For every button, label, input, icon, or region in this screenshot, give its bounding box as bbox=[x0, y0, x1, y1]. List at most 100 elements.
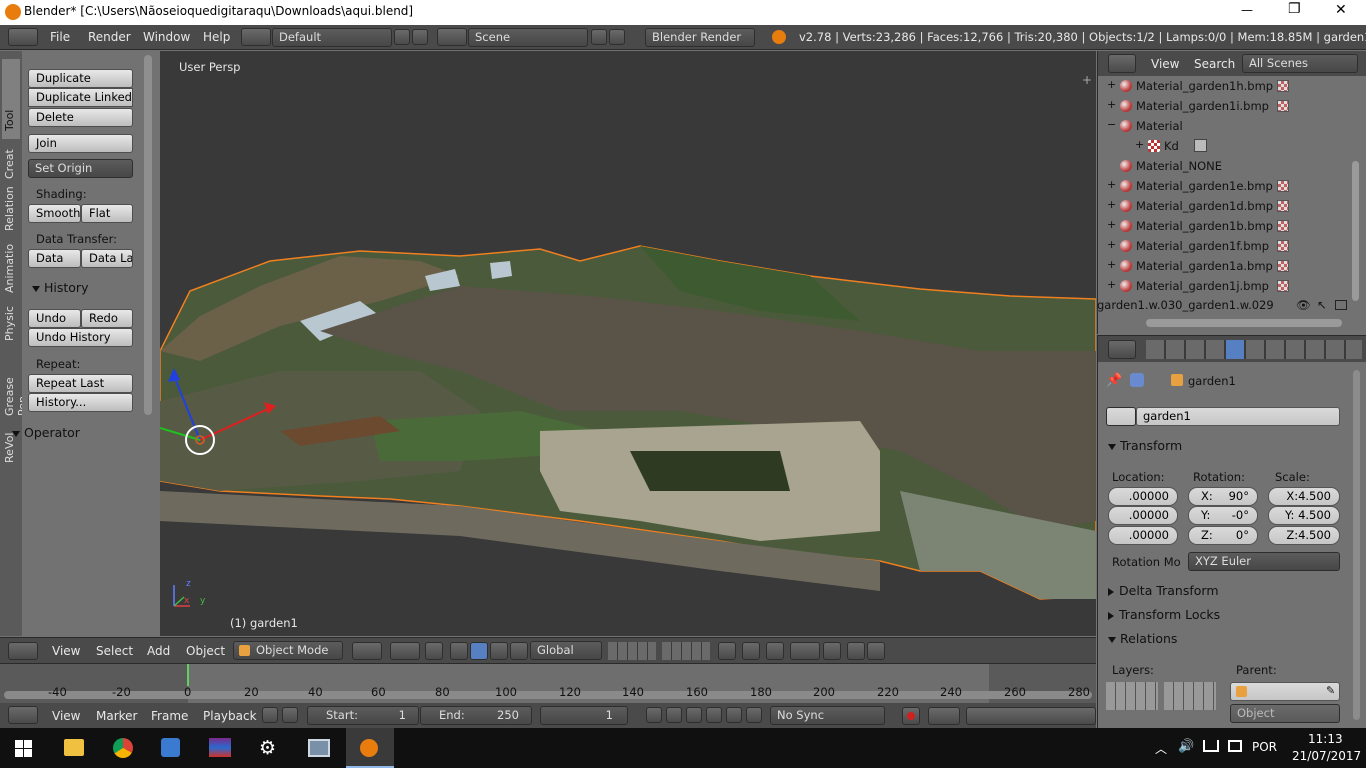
end-frame-field[interactable]: End: 250 bbox=[420, 706, 532, 725]
lock-range-icon[interactable] bbox=[282, 707, 298, 723]
jump-start-icon[interactable] bbox=[646, 707, 662, 723]
scale-y-field[interactable]: Y: 4.500 bbox=[1268, 506, 1340, 525]
outliner-filter-select[interactable]: All Scenes bbox=[1242, 54, 1358, 73]
transform-manipulator-icon[interactable] bbox=[160, 366, 290, 456]
app-window-icon[interactable] bbox=[308, 739, 330, 757]
expand-toggle-icon[interactable]: + bbox=[1107, 238, 1116, 251]
duplicate-linked-button[interactable]: Duplicate Linked bbox=[28, 88, 133, 107]
location-x-field[interactable]: .00000 bbox=[1108, 487, 1178, 506]
outliner-row[interactable]: + Material_garden1f.bmp bbox=[1100, 237, 1352, 257]
lock-layers-icon[interactable] bbox=[718, 642, 736, 660]
info-editor-icon[interactable] bbox=[8, 28, 38, 46]
history-button[interactable]: History... bbox=[28, 393, 133, 412]
relations-panel-header[interactable]: Relations bbox=[1108, 631, 1177, 646]
outliner-row[interactable]: + Material_garden1i.bmp bbox=[1100, 97, 1352, 117]
menu-render[interactable]: Render bbox=[88, 30, 131, 44]
scale-manipulator-icon[interactable] bbox=[490, 642, 508, 660]
manipulator-extra-icon[interactable] bbox=[510, 642, 528, 660]
minimize-button[interactable]: — bbox=[1241, 3, 1253, 17]
scale-z-field[interactable]: Z:4.500 bbox=[1268, 526, 1340, 545]
properties-editor-icon[interactable] bbox=[1108, 340, 1136, 359]
outliner-menu-search[interactable]: Search bbox=[1194, 57, 1235, 71]
history-panel-header[interactable]: History bbox=[32, 280, 88, 295]
editor-type-icon[interactable] bbox=[8, 642, 38, 660]
network-icon[interactable] bbox=[1203, 740, 1219, 752]
transform-locks-header[interactable]: Transform Locks bbox=[1108, 607, 1220, 622]
keying-set-icon[interactable] bbox=[928, 707, 960, 725]
outliner-last-row[interactable]: garden1.w.030_garden1.w.029 👁 ↖ bbox=[1097, 298, 1349, 318]
outliner-row[interactable]: + Material_garden1d.bmp bbox=[1100, 197, 1352, 217]
expand-toggle-icon[interactable]: − bbox=[1107, 118, 1116, 131]
outliner-row[interactable]: + Material_garden1j.bmp bbox=[1100, 277, 1352, 297]
operator-panel-header[interactable]: Operator bbox=[12, 425, 80, 440]
join-button[interactable]: Join bbox=[28, 134, 133, 153]
render-animation-icon[interactable] bbox=[867, 642, 885, 660]
menu-window[interactable]: Window bbox=[143, 30, 190, 44]
outliner-row[interactable]: − Material bbox=[1100, 117, 1352, 137]
duplicate-button[interactable]: Duplicate bbox=[28, 69, 133, 88]
menu-view[interactable]: View bbox=[52, 644, 80, 658]
menu-select[interactable]: Select bbox=[96, 644, 133, 658]
pin-icon[interactable]: 📌 bbox=[1106, 373, 1122, 388]
manipulator-toggle-icon[interactable] bbox=[425, 642, 443, 660]
layer-buttons-2[interactable] bbox=[662, 642, 710, 660]
input-language[interactable]: POR bbox=[1252, 740, 1277, 754]
menu-add[interactable]: Add bbox=[147, 644, 170, 658]
timeline-menu-marker[interactable]: Marker bbox=[96, 709, 137, 723]
object-layers-grid-2[interactable] bbox=[1164, 682, 1216, 710]
undo-history-button[interactable]: Undo History bbox=[28, 328, 133, 347]
timeline-menu-view[interactable]: View bbox=[52, 709, 80, 723]
layer-buttons-1[interactable] bbox=[608, 642, 656, 660]
clock-time[interactable]: 11:13 bbox=[1308, 732, 1343, 746]
add-screen-icon[interactable] bbox=[394, 29, 410, 45]
scene-icon[interactable] bbox=[437, 28, 467, 46]
timeline-menu-frame[interactable]: Frame bbox=[151, 709, 188, 723]
media-player-icon[interactable] bbox=[161, 738, 180, 757]
tab-create-label[interactable]: Creat bbox=[3, 149, 16, 179]
outliner-hscrollbar[interactable] bbox=[1146, 319, 1342, 327]
location-y-field[interactable]: .00000 bbox=[1108, 506, 1178, 525]
data-transfer-button[interactable]: Data bbox=[28, 249, 81, 268]
add-scene-icon[interactable] bbox=[591, 29, 607, 45]
tray-chevron-up-icon[interactable]: ︿ bbox=[1155, 740, 1167, 757]
keying-key-icon[interactable] bbox=[966, 707, 1096, 725]
expand-toggle-icon[interactable]: + bbox=[1107, 198, 1116, 211]
notification-icon[interactable] bbox=[1228, 740, 1242, 752]
preview-range-icon[interactable] bbox=[262, 707, 278, 723]
timeline-area[interactable] bbox=[0, 663, 1096, 704]
menu-file[interactable]: File bbox=[50, 30, 70, 44]
outliner-editor-icon[interactable] bbox=[1108, 54, 1136, 73]
expand-toggle-icon[interactable]: + bbox=[1107, 178, 1116, 191]
undo-button[interactable]: Undo bbox=[28, 309, 81, 328]
rotation-z-field[interactable]: Z: 0° bbox=[1188, 526, 1258, 545]
camera-icon[interactable] bbox=[1335, 300, 1347, 310]
snap-target-icon[interactable] bbox=[823, 642, 841, 660]
clock-date[interactable]: 21/07/2017 bbox=[1292, 749, 1361, 763]
data-layout-button[interactable]: Data La bbox=[81, 249, 133, 268]
outliner-row[interactable]: + Material_garden1h.bmp bbox=[1100, 77, 1352, 97]
remove-scene-icon[interactable] bbox=[609, 29, 625, 45]
add-region-icon[interactable]: + bbox=[1082, 73, 1092, 87]
play-icon[interactable] bbox=[706, 707, 722, 723]
volume-icon[interactable]: 🔊 bbox=[1178, 739, 1194, 754]
file-explorer-icon[interactable] bbox=[64, 739, 84, 756]
parent-type-select[interactable]: Object bbox=[1230, 704, 1340, 723]
expand-toggle-icon[interactable]: + bbox=[1107, 98, 1116, 111]
screen-layout-icon[interactable] bbox=[241, 28, 271, 46]
properties-context-tabs[interactable] bbox=[1146, 340, 1362, 359]
repeat-last-button[interactable]: Repeat Last bbox=[28, 374, 133, 393]
outliner-row[interactable]: Material_NONE bbox=[1100, 157, 1352, 177]
remove-screen-icon[interactable] bbox=[412, 29, 428, 45]
jump-keyframe-back-icon[interactable] bbox=[666, 707, 682, 723]
expand-toggle-icon[interactable]: + bbox=[1107, 278, 1116, 291]
timeline-scrollbar[interactable] bbox=[4, 691, 1092, 699]
translate-manipulator-icon[interactable] bbox=[450, 642, 468, 660]
tab-relation-label[interactable]: Relation bbox=[3, 186, 16, 231]
expand-toggle-icon[interactable]: + bbox=[1107, 78, 1116, 91]
jump-keyframe-forward-icon[interactable] bbox=[726, 707, 742, 723]
expand-toggle-icon[interactable]: + bbox=[1107, 258, 1116, 271]
rotation-x-field[interactable]: X: 90° bbox=[1188, 487, 1258, 506]
settings-gear-icon[interactable]: ⚙ bbox=[259, 737, 276, 759]
shading-mode-icon[interactable] bbox=[352, 642, 382, 660]
transform-panel-header[interactable]: Transform bbox=[1108, 438, 1182, 453]
